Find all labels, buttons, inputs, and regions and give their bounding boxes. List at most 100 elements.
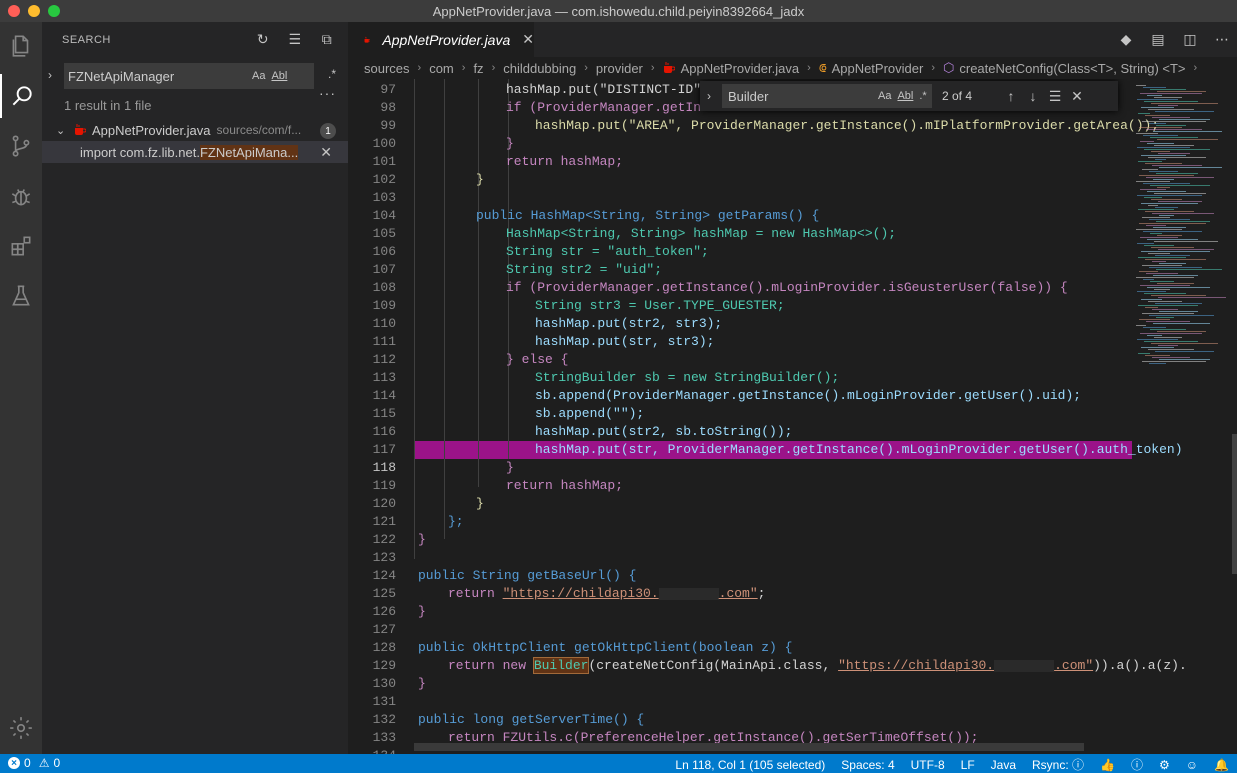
match-case-toggle[interactable]: Aa: [252, 70, 265, 82]
breadcrumb-item[interactable]: sources: [364, 61, 410, 76]
zoom-window-button[interactable]: [48, 5, 60, 17]
search-input[interactable]: [66, 68, 246, 84]
warning-count: 0: [53, 756, 61, 770]
next-match-icon[interactable]: ↓: [1022, 88, 1044, 104]
breadcrumb-item[interactable]: childdubbing: [503, 61, 576, 76]
more-actions-icon[interactable]: ⋯: [1213, 30, 1231, 48]
tab-label: AppNetProvider.java: [382, 31, 511, 48]
close-find-icon[interactable]: ✕: [1066, 88, 1088, 105]
notifications-bell-icon[interactable]: 🔔: [1214, 758, 1229, 772]
indentation[interactable]: Spaces: 4: [841, 758, 894, 772]
cursor-position[interactable]: Ln 118, Col 1 (105 selected): [675, 758, 825, 772]
line-number: 112: [372, 352, 396, 367]
settings-gear-icon[interactable]: [0, 706, 42, 750]
search-box: Aa Abl: [64, 63, 314, 89]
code-line: if (ProviderManager.getInstance().mLogin…: [506, 280, 1068, 295]
clear-results-icon[interactable]: ☰: [286, 30, 304, 48]
line-number: 129: [372, 658, 396, 673]
toggle-replace-chevron-icon[interactable]: ›: [700, 89, 718, 103]
error-count: 0: [24, 756, 31, 770]
line-number: 123: [372, 550, 396, 565]
line-number: 130: [372, 676, 396, 691]
result-file-name: AppNetProvider.java: [92, 122, 211, 138]
source-control-icon[interactable]: [0, 124, 42, 168]
code-line: }: [506, 136, 514, 151]
code-line: hashMap.put("AREA", ProviderManager.getI…: [535, 118, 1160, 133]
close-tab-icon[interactable]: ✕: [522, 31, 534, 48]
breadcrumb-item[interactable]: createNetConfig(Class<T>, String) <T>: [959, 61, 1185, 76]
code-line: String str = "auth_token";: [506, 244, 709, 259]
redacted-block: [994, 659, 1055, 672]
extensions-icon[interactable]: [0, 224, 42, 268]
line-number: 108: [372, 280, 396, 295]
code-line: hashMap.put(str2, str3);: [535, 316, 723, 331]
thumbs-up-icon[interactable]: 👍: [1100, 758, 1115, 772]
rsync-status[interactable]: Rsync: ⓘ: [1032, 756, 1084, 773]
search-icon[interactable]: [0, 74, 42, 118]
code-line: HashMap<String, String> hashMap = new Ha…: [506, 226, 897, 241]
code-line: public HashMap<String, String> getParams…: [476, 208, 820, 223]
line-number: 104: [372, 208, 396, 223]
wrench-icon[interactable]: ⚙: [1159, 758, 1170, 772]
code-line: return "https://childapi30. .com";: [448, 586, 766, 601]
vertical-scrollbar[interactable]: [1232, 79, 1237, 754]
line-number: 126: [372, 604, 396, 619]
split-editor-icon[interactable]: ◫: [1181, 30, 1199, 48]
info-icon[interactable]: ⓘ: [1131, 756, 1143, 773]
feedback-smiley-icon[interactable]: ☺: [1186, 758, 1198, 772]
close-window-button[interactable]: [8, 5, 20, 17]
find-match-count: 2 of 4: [942, 89, 973, 103]
problems-indicator[interactable]: × 0 ⚠ 0: [8, 756, 60, 770]
method-symbol-icon: ⬡: [943, 60, 955, 75]
dismiss-match-icon[interactable]: ✕: [320, 144, 332, 161]
language-mode[interactable]: Java: [991, 758, 1016, 772]
minimize-window-button[interactable]: [28, 5, 40, 17]
chevron-down-icon[interactable]: ⌄: [56, 124, 70, 137]
tab-appnetprovider[interactable]: AppNetProvider.java ✕: [348, 22, 534, 57]
editor-tabs: AppNetProvider.java ✕ ◆ ▤ ◫ ⋯: [348, 22, 1237, 57]
minimap[interactable]: [1132, 79, 1232, 754]
result-file-row[interactable]: ⌄ AppNetProvider.java sources/com/f... 1: [42, 119, 348, 141]
find-input[interactable]: [722, 88, 872, 104]
line-number: 98: [380, 100, 396, 115]
code-line: } else {: [506, 352, 569, 367]
refresh-icon[interactable]: ↻: [254, 30, 272, 48]
breadcrumb-item[interactable]: AppNetProvider: [832, 61, 924, 76]
files-icon[interactable]: [0, 24, 42, 68]
java-file-icon: [75, 124, 86, 135]
code-line: }: [418, 604, 426, 619]
testing-icon[interactable]: [0, 274, 42, 318]
regex-toggle[interactable]: .*: [328, 67, 336, 81]
regex-toggle[interactable]: .*: [919, 90, 926, 102]
horizontal-scrollbar[interactable]: [414, 743, 1084, 751]
previous-match-icon[interactable]: ↑: [1000, 88, 1022, 104]
end-of-line[interactable]: LF: [961, 758, 975, 772]
redacted-block: [658, 587, 719, 600]
status-bar: × 0 ⚠ 0 Ln 118, Col 1 (105 selected) Spa…: [0, 754, 1237, 773]
breadcrumb-item[interactable]: provider: [596, 61, 643, 76]
more-options-icon[interactable]: ···: [319, 85, 336, 101]
code-editor[interactable]: 97 98 99 100 101 102 103 104 105 106 107 108 109 110 1…: [348, 79, 1237, 754]
code-line: }: [506, 460, 514, 475]
open-preview-icon[interactable]: ▤: [1149, 30, 1167, 48]
code-line: hashMap.put(str, str3);: [535, 334, 715, 349]
result-match-row[interactable]: import com.fz.lib.net. FZNetApiMana... ✕: [42, 141, 348, 163]
find-match-highlight: Builder: [532, 657, 590, 674]
search-sidebar: SEARCH ↻ ☰ ⧉ › Aa Abl .* ··· 1 result in…: [42, 22, 348, 754]
match-case-toggle[interactable]: Aa: [878, 90, 891, 102]
debug-icon[interactable]: [0, 174, 42, 218]
breadcrumb-item[interactable]: com: [429, 61, 454, 76]
window-title: AppNetProvider.java — com.ishowedu.child…: [432, 3, 805, 19]
match-whole-word-toggle[interactable]: Abl: [897, 90, 913, 102]
match-whole-word-toggle[interactable]: Abl: [271, 70, 287, 82]
find-in-selection-icon[interactable]: ☰: [1044, 88, 1066, 105]
encoding[interactable]: UTF-8: [911, 758, 945, 772]
match-prefix: import com.fz.lib.net.: [80, 144, 200, 160]
sidebar-header: SEARCH ↻ ☰ ⧉: [42, 22, 348, 57]
collapse-all-icon[interactable]: ⧉: [318, 30, 336, 48]
toggle-replace-chevron-icon[interactable]: ›: [48, 68, 60, 82]
breadcrumb-item[interactable]: fz: [473, 61, 483, 76]
warning-icon: ⚠: [38, 756, 50, 770]
breadcrumb-item[interactable]: AppNetProvider.java: [681, 61, 800, 76]
source-control-diff-icon[interactable]: ◆: [1117, 30, 1135, 48]
